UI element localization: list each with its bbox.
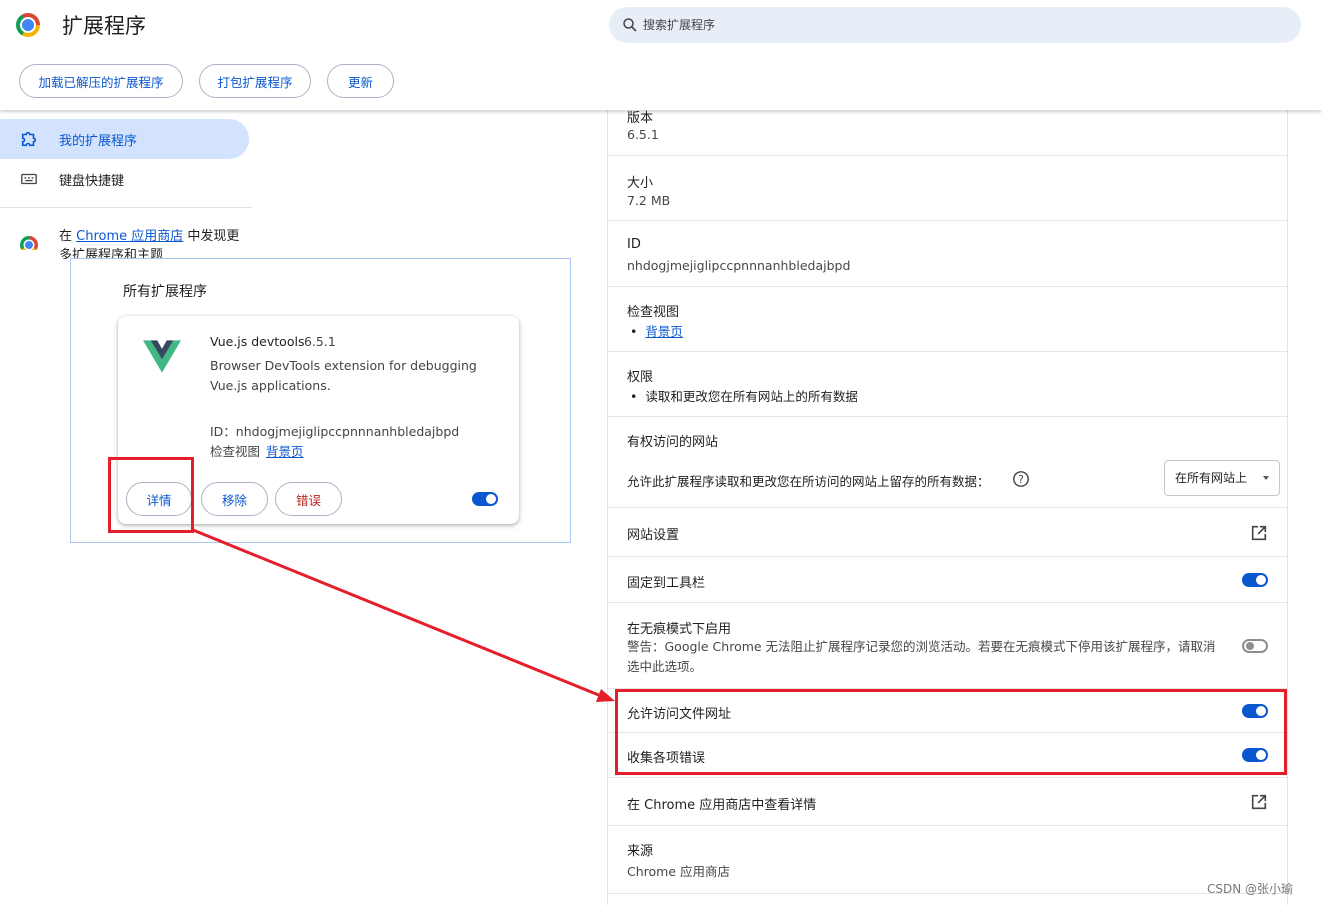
id-row: ID nhdogjmejiglipccpnnnanhbledajbpd [608,221,1287,287]
keyboard-icon [21,173,37,185]
page-title: 扩展程序 [62,14,146,38]
extension-id: ID：nhdogjmejiglipccpnnnanhbledajbpd [210,424,460,439]
file-urls-label: 允许访问文件网址 [627,707,732,722]
load-unpacked-button[interactable]: 加载已解压的扩展程序 [19,64,183,98]
permissions-item-text: 读取和更改您在所有网站上的所有数据 [645,389,858,404]
sidebar-item-label: 我的扩展程序 [59,134,138,149]
inspect-views: 检查视图 背景页 [210,441,304,460]
pin-toolbar-label: 固定到工具栏 [627,576,706,591]
search-icon [623,18,637,32]
inspect-views-label: 检查视图 [210,444,261,459]
site-access-label: 有权访问的网站 [627,435,719,450]
extensions-popup: 所有扩展程序 Vue.js devtools 6.5.1 Browser Dev… [70,258,571,543]
incognito-label: 在无痕模式下启用 [627,622,732,637]
store-details-label: 在 Chrome 应用商店中查看详情 [627,798,817,813]
help-icon[interactable]: ? [1012,470,1030,488]
id-value: nhdogjmejiglipccpnnnanhbledajbpd [627,258,851,273]
site-settings-row[interactable]: 网站设置 [608,508,1287,557]
search-input[interactable] [643,7,1283,43]
chrome-store-icon [20,236,38,250]
page-header: 扩展程序 加载已解压的扩展程序 打包扩展程序 更新 [0,0,1322,110]
store-prefix: 在 [59,229,73,244]
watermark: CSDN @张小瑜 [1207,882,1294,896]
extension-enable-toggle[interactable] [472,492,498,506]
size-value: 7.2 MB [627,193,671,208]
source-row: 来源 Chrome 应用商店 [608,826,1287,894]
pin-toolbar-row: 固定到工具栏 [608,557,1287,603]
permissions-row: 权限 • 读取和更改您在所有网站上的所有数据 [608,352,1287,417]
site-settings-label: 网站设置 [627,528,680,543]
site-access-desc: 允许此扩展程序读取和更改您在所访问的网站上留存的所有数据： [627,474,990,489]
sidebar-item-my-extensions[interactable]: 我的扩展程序 [0,119,249,159]
search-bar[interactable] [609,7,1301,43]
chevron-down-icon [1263,476,1269,480]
store-details-row[interactable]: 在 Chrome 应用商店中查看详情 [608,778,1287,826]
version-row: 版本 6.5.1 [608,102,1287,156]
id-label: ID [627,237,641,252]
permissions-label: 权限 [627,370,654,385]
size-row: 大小 7.2 MB [608,156,1287,221]
chrome-logo-icon [16,13,40,37]
extension-card: Vue.js devtools 6.5.1 Browser DevTools e… [118,316,519,524]
inspect-views-item: • 背景页 [630,324,683,339]
svg-text:?: ? [1018,473,1024,486]
sidebar-item-label: 键盘快捷键 [59,174,125,189]
background-page-link[interactable]: 背景页 [645,324,683,339]
collect-errors-row: 收集各项错误 [608,733,1287,778]
collect-errors-toggle[interactable] [1242,748,1268,762]
site-access-select-value: 在所有网站上 [1175,471,1248,485]
incognito-toggle[interactable] [1242,639,1268,653]
errors-button[interactable]: 错误 [275,482,342,516]
sidebar-item-keyboard-shortcuts[interactable]: 键盘快捷键 [0,159,249,199]
inspect-views-label: 检查视图 [627,305,680,320]
extension-description: Browser DevTools extension for debugging… [210,358,477,393]
vue-logo-icon [143,340,181,373]
details-button[interactable]: 详情 [126,482,192,516]
popup-title: 所有扩展程序 [123,284,207,300]
pack-extension-button[interactable]: 打包扩展程序 [199,64,311,98]
background-page-link[interactable]: 背景页 [266,444,304,459]
sidebar-divider [0,207,252,208]
collect-errors-label: 收集各项错误 [627,751,706,766]
remove-button[interactable]: 移除 [201,482,268,516]
incognito-warning: 警告：Google Chrome 无法阻止扩展程序记录您的浏览活动。若要在无痕模… [627,639,1216,674]
puzzle-icon [21,131,37,147]
update-button[interactable]: 更新 [327,64,394,98]
details-panel: 版本 6.5.1 大小 7.2 MB ID nhdogjmejiglipccpn… [607,110,1288,905]
site-access-select[interactable]: 在所有网站上 [1164,460,1280,496]
open-in-new-icon[interactable] [1250,524,1268,542]
version-value: 6.5.1 [627,127,659,142]
file-urls-toggle[interactable] [1242,704,1268,718]
size-label: 大小 [627,176,654,191]
open-in-new-icon[interactable] [1250,793,1268,811]
incognito-row: 在无痕模式下启用 警告：Google Chrome 无法阻止扩展程序记录您的浏览… [608,603,1287,689]
extension-name: Vue.js devtools [210,334,305,349]
store-promo: 在 Chrome 应用商店 中发现更多扩展程序和主题 [59,227,249,259]
file-urls-row: 允许访问文件网址 [608,689,1287,733]
source-value: Chrome 应用商店 [627,864,731,879]
extension-version: 6.5.1 [304,334,336,349]
chrome-store-link[interactable]: Chrome 应用商店 [76,229,183,244]
inspect-views-row: 检查视图 • 背景页 [608,287,1287,352]
pin-toolbar-toggle[interactable] [1242,573,1268,587]
permissions-item: • 读取和更改您在所有网站上的所有数据 [630,389,858,404]
source-label: 来源 [627,844,654,859]
